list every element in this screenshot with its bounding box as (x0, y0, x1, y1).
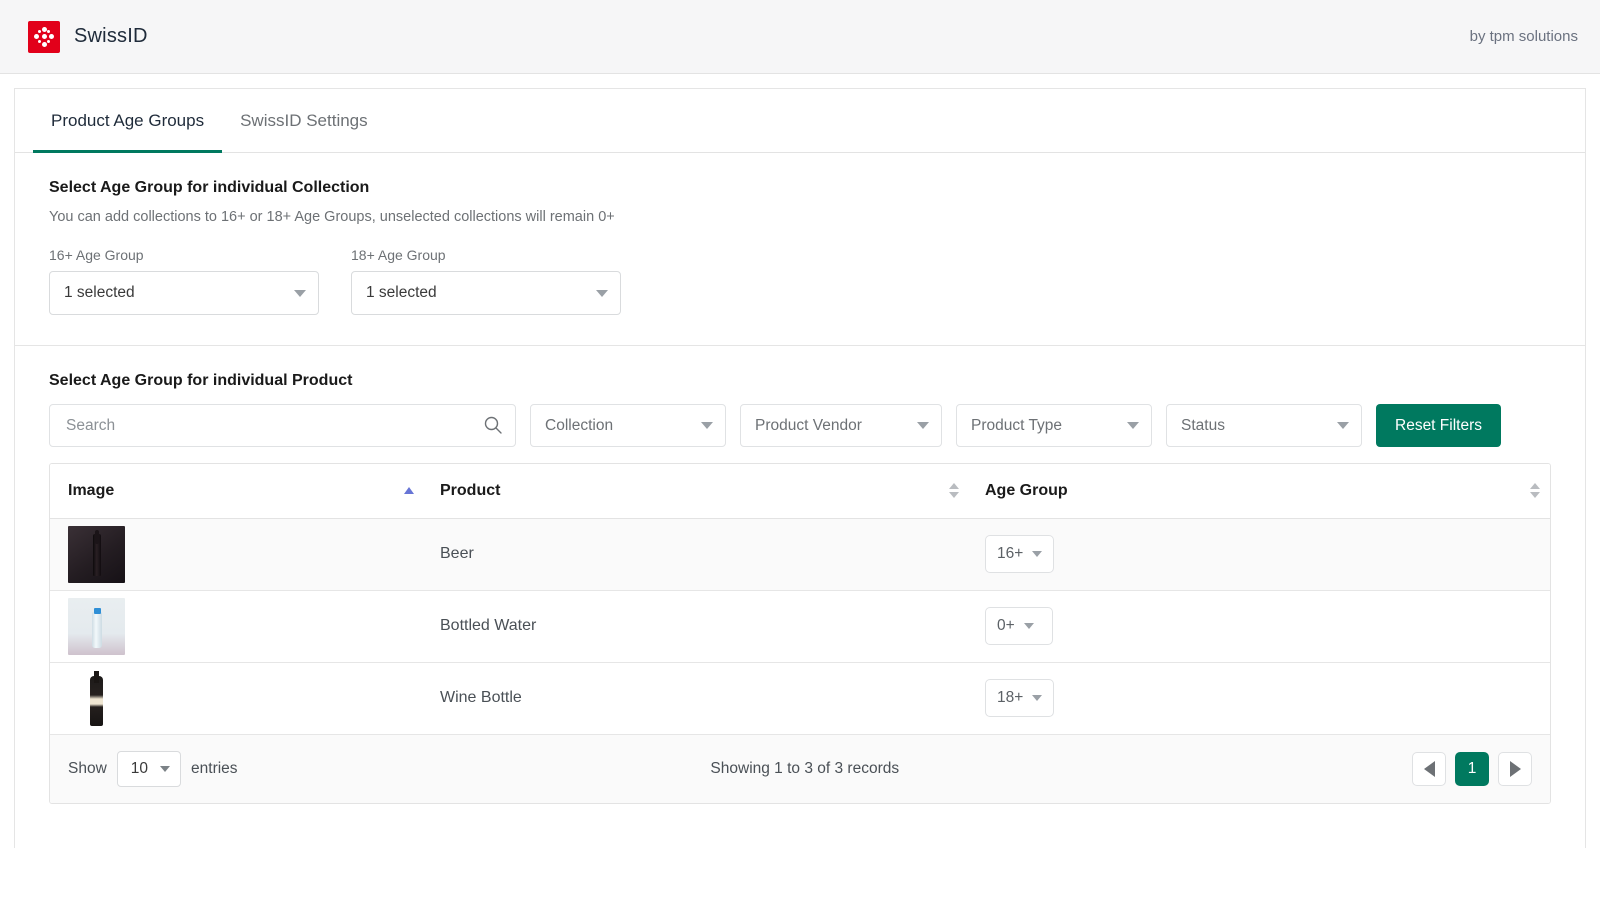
chevron-down-icon (1024, 623, 1034, 629)
chevron-down-icon (294, 290, 306, 297)
cell-image (50, 518, 440, 590)
age-group-select-wine-bottle[interactable]: 18+ (985, 679, 1054, 717)
collection-section-subtitle: You can add collections to 16+ or 18+ Ag… (49, 209, 1551, 225)
cell-image (50, 662, 440, 734)
chevron-down-icon (701, 422, 713, 429)
records-info: Showing 1 to 3 of 3 records (198, 760, 1412, 778)
tab-product-age-groups-label: Product Age Groups (51, 111, 204, 131)
filter-product-type[interactable]: Product Type (956, 404, 1152, 447)
cell-product: Wine Bottle (440, 662, 985, 734)
entries-per-page-value: 10 (131, 760, 148, 778)
sort-none-icon (1530, 483, 1550, 498)
age-group-select-bottled-water[interactable]: 0+ (985, 607, 1053, 645)
filter-product-vendor[interactable]: Product Vendor (740, 404, 942, 447)
cell-age-group: 16+ (985, 518, 1550, 590)
sort-ascending-icon (404, 487, 414, 494)
table-head: Image Product (50, 464, 1550, 518)
pagination-next-button[interactable] (1498, 752, 1532, 786)
chevron-down-icon (596, 290, 608, 297)
chevron-down-icon (1127, 422, 1139, 429)
column-header-age-group[interactable]: Age Group (985, 464, 1550, 518)
chevron-down-icon (160, 766, 170, 772)
main-card: Product Age Groups SwissID Settings Sele… (14, 88, 1586, 848)
cell-product: Bottled Water (440, 590, 985, 662)
swissid-logo-icon (28, 21, 60, 53)
search-input[interactable] (49, 404, 516, 447)
pagination-previous-button[interactable] (1412, 752, 1446, 786)
pagination-page-1[interactable]: 1 (1455, 752, 1489, 786)
column-header-image-label: Image (68, 482, 114, 500)
collection-field-row: 16+ Age Group 1 selected 18+ Age Group 1… (49, 247, 1551, 315)
wine-bottle-thumbnail (68, 670, 125, 727)
show-label: Show (68, 760, 107, 778)
tab-bar: Product Age Groups SwissID Settings (15, 89, 1585, 153)
table-row: Beer 16+ (50, 518, 1550, 590)
age-group-value-beer: 16+ (997, 545, 1023, 563)
age-group-select-beer[interactable]: 16+ (985, 535, 1054, 573)
field-18-plus-label: 18+ Age Group (351, 247, 621, 263)
filter-product-type-label: Product Type (971, 417, 1127, 435)
collection-section-title: Select Age Group for individual Collecti… (49, 179, 1551, 197)
column-header-age-group-label: Age Group (985, 482, 1068, 500)
page-body: Product Age Groups SwissID Settings Sele… (0, 74, 1600, 900)
select-18-plus-collections[interactable]: 1 selected (351, 271, 621, 315)
entries-per-page-select[interactable]: 10 (117, 751, 181, 787)
filter-bar: Collection Product Vendor Product Type S… (49, 404, 1551, 447)
filter-product-vendor-label: Product Vendor (755, 417, 917, 435)
product-section-title: Select Age Group for individual Product (49, 372, 1551, 390)
vendor-byline: by tpm solutions (1470, 28, 1578, 45)
products-table: Image Product (49, 463, 1551, 804)
select-16-plus-collections[interactable]: 1 selected (49, 271, 319, 315)
brand: SwissID (28, 21, 148, 53)
column-header-product-label: Product (440, 482, 500, 500)
cell-image (50, 590, 440, 662)
collection-age-group-section: Select Age Group for individual Collecti… (15, 153, 1585, 346)
triangle-left-icon (1424, 761, 1435, 777)
field-18-plus: 18+ Age Group 1 selected (351, 247, 621, 315)
select-16-plus-value: 1 selected (64, 284, 294, 302)
search-wrapper (49, 404, 516, 447)
age-group-value-bottled-water: 0+ (997, 617, 1015, 635)
cell-age-group: 0+ (985, 590, 1550, 662)
products-table-element: Image Product (50, 464, 1550, 735)
chevron-down-icon (1337, 422, 1349, 429)
chevron-down-icon (1032, 695, 1042, 701)
table-row: Bottled Water 0+ (50, 590, 1550, 662)
column-header-image[interactable]: Image (50, 464, 440, 518)
chevron-down-icon (1032, 551, 1042, 557)
table-header-row: Image Product (50, 464, 1550, 518)
filter-status-label: Status (1181, 417, 1337, 435)
select-18-plus-value: 1 selected (366, 284, 596, 302)
age-group-value-wine-bottle: 18+ (997, 689, 1023, 707)
tab-swissid-settings[interactable]: SwissID Settings (222, 89, 386, 152)
tab-swissid-settings-label: SwissID Settings (240, 111, 368, 131)
field-16-plus-label: 16+ Age Group (49, 247, 319, 263)
pagination: 1 (1412, 752, 1532, 786)
filter-status[interactable]: Status (1166, 404, 1362, 447)
triangle-right-icon (1510, 761, 1521, 777)
sort-none-icon (949, 483, 959, 498)
water-bottle-thumbnail (68, 598, 125, 655)
reset-filters-button[interactable]: Reset Filters (1376, 404, 1501, 447)
app-header: SwissID by tpm solutions (0, 0, 1600, 74)
filter-collection[interactable]: Collection (530, 404, 726, 447)
beer-bottle-thumbnail (68, 526, 125, 583)
chevron-down-icon (917, 422, 929, 429)
tab-product-age-groups[interactable]: Product Age Groups (33, 89, 222, 152)
brand-name: SwissID (74, 25, 148, 48)
column-header-product[interactable]: Product (440, 464, 985, 518)
table-footer: Show 10 entries Showing 1 to 3 of 3 reco… (50, 735, 1550, 803)
filter-collection-label: Collection (545, 417, 701, 435)
cell-age-group: 18+ (985, 662, 1550, 734)
field-16-plus: 16+ Age Group 1 selected (49, 247, 319, 315)
product-age-group-section: Select Age Group for individual Product … (15, 346, 1585, 834)
table-body: Beer 16+ Bot (50, 518, 1550, 734)
cell-product: Beer (440, 518, 985, 590)
table-row: Wine Bottle 18+ (50, 662, 1550, 734)
